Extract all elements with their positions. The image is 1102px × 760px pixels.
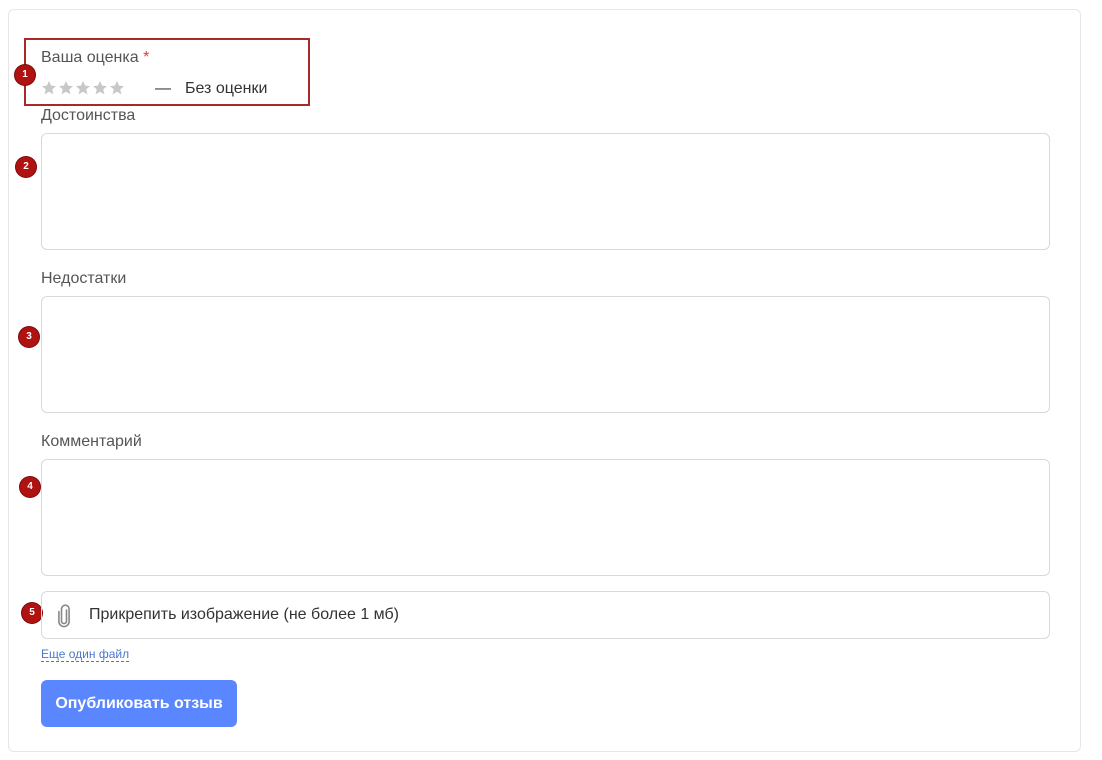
required-mark: * [143,49,150,66]
pros-textarea[interactable] [41,133,1050,250]
rating-status-text: Без оценки [185,80,268,97]
comment-label: Комментарий [41,433,142,450]
marker-4: 4 [20,477,40,497]
star-icon-1[interactable] [41,80,57,96]
publish-review-button[interactable]: Опубликовать отзыв [41,680,237,727]
cons-label: Недостатки [41,270,127,287]
pros-label: Достоинства [41,107,136,124]
star-icon-4[interactable] [92,80,108,96]
paperclip-icon [58,604,70,628]
rating-stars[interactable] [41,80,125,96]
rating-label: Ваша оценка [41,49,139,66]
marker-2: 2 [16,157,36,177]
attach-image-label: Прикрепить изображение (не более 1 мб) [89,606,399,623]
comment-textarea[interactable] [41,459,1050,576]
add-another-file-link[interactable]: Еще один файл [41,647,130,662]
rating-label-wrapper: Ваша оценка * [41,49,149,67]
marker-1: 1 [15,65,35,85]
attach-image-button[interactable]: Прикрепить изображение (не более 1 мб) [41,591,1050,639]
marker-5: 5 [22,603,42,623]
cons-textarea[interactable] [41,296,1050,413]
star-icon-5[interactable] [109,80,125,96]
star-icon-3[interactable] [75,80,91,96]
rating-status: — Без оценки [155,80,267,98]
star-icon-2[interactable] [58,80,74,96]
marker-3: 3 [19,327,39,347]
rating-dash: — [155,80,171,97]
